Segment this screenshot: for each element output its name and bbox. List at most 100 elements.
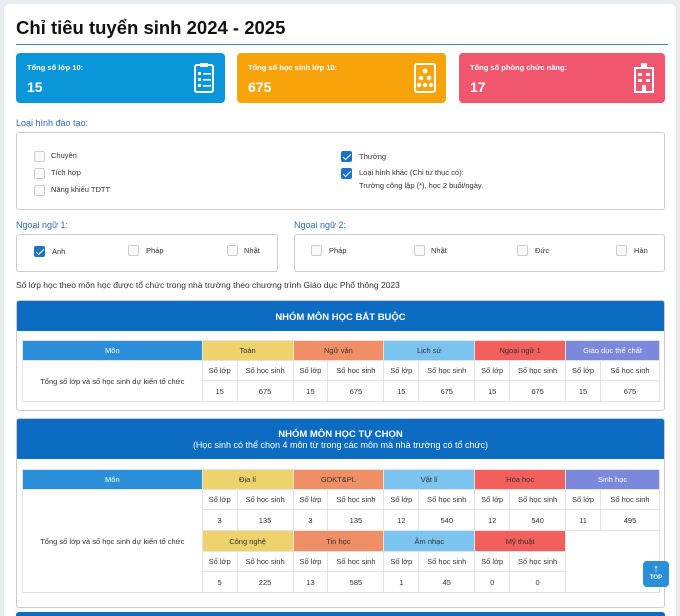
subject-header: Lịch sử [383, 340, 476, 361]
checkbox-tich-hop[interactable] [34, 168, 45, 179]
cell-classes: 15 [292, 380, 329, 402]
subject-header: Ngoại ngữ 1 [474, 340, 567, 361]
intro-text: Số lớp học theo môn học được tổ chức tro… [16, 280, 400, 290]
checkbox-label: Thường [359, 152, 387, 161]
col-students: Số học sinh [418, 551, 476, 572]
card-label: Tổng số phòng chức năng: [470, 63, 568, 72]
col-classes: Số lớp [201, 489, 238, 510]
cell-students: 675 [418, 380, 476, 402]
checklist-icon [194, 63, 214, 93]
checkbox-label: Đức [535, 246, 550, 255]
next-panel-edge [16, 612, 665, 616]
checkbox-label: Tích hợp [51, 168, 81, 177]
subject-header: Mỹ thuật [474, 530, 567, 552]
cell-classes: 15 [474, 380, 511, 402]
checkbox-label: Pháp [329, 246, 347, 255]
cell-students: 540 [418, 509, 476, 531]
subject-header: Tin học [292, 530, 385, 552]
required-table: Môn Toán Ngữ văn Lịch sử Ngoại ngữ 1 Giá… [22, 340, 661, 402]
checkbox-lang2-duc[interactable] [517, 245, 528, 256]
checkbox-label: Năng khiếu TDTT [51, 185, 111, 194]
col-students: Số học sinh [418, 360, 476, 381]
col-students: Số học sinh [509, 551, 567, 572]
checkbox-lang2-phap[interactable] [311, 245, 322, 256]
required-panel: NHÓM MÔN HỌC BẮT BUỘC Môn Toán Ngữ văn L… [16, 300, 665, 411]
cell-classes: 12 [474, 509, 511, 531]
checkbox-lang1-anh[interactable] [34, 246, 45, 257]
checkbox-thuong[interactable] [341, 151, 352, 162]
lang1-box: Anh Pháp Nhật [16, 234, 278, 272]
scroll-top-button[interactable]: ↑ TOP [643, 561, 669, 587]
required-panel-header: NHÓM MÔN HỌC BẮT BUỘC [17, 301, 664, 331]
checkbox-lang2-nhat[interactable] [414, 245, 425, 256]
col-students: Số học sinh [236, 489, 294, 510]
page-title: Chỉ tiêu tuyển sinh 2024 - 2025 [16, 17, 286, 38]
card-total-rooms: Tổng số phòng chức năng: 17 [459, 53, 665, 103]
cell-students: 675 [236, 380, 294, 402]
cell-classes: 0 [474, 571, 511, 593]
building-icon [634, 63, 654, 93]
cell-students: 135 [236, 509, 294, 531]
checkbox-label: Chuyên [51, 151, 77, 160]
col-students: Số học sinh [509, 360, 567, 381]
checkbox-chuyen[interactable] [34, 151, 45, 162]
checkbox-nang-khieu[interactable] [34, 185, 45, 196]
card-value: 17 [470, 79, 486, 95]
subject-header: Toán [201, 340, 294, 361]
cell-classes: 12 [383, 509, 420, 531]
card-label: Tổng số lớp 10: [27, 63, 84, 72]
col-classes: Số lớp [474, 489, 511, 510]
checkbox-lang1-nhat[interactable] [227, 245, 238, 256]
checkbox-label: Nhật [244, 246, 260, 255]
cell-students: 225 [236, 571, 294, 593]
elective-title: NHÓM MÔN HỌC TỰ CHỌN [278, 429, 403, 440]
cell-classes: 15 [565, 380, 601, 402]
row-label: Tổng số lớp và số học sinh dự kiến tổ ch… [22, 489, 203, 593]
cell-students: 495 [600, 509, 660, 531]
cell-students: 585 [327, 571, 385, 593]
checkbox-label: Nhật [431, 246, 447, 255]
checkbox-lang2-han[interactable] [616, 245, 627, 256]
col-students: Số học sinh [600, 489, 660, 510]
arrow-up-icon: ↑ [653, 563, 659, 575]
training-box: Chuyên Tích hợp Năng khiếu TDTT Thường L… [16, 132, 665, 210]
subject-header: Hóa học [474, 469, 567, 490]
checkbox-loai-hinh-khac[interactable] [341, 168, 352, 179]
elective-table: Môn Địa lí GDKT&PL Vật lí Hóa học Sinh h… [22, 469, 660, 593]
col-classes: Số lớp [383, 551, 420, 572]
checkbox-label: Loại hình khác (Chỉ tư thục có): [359, 168, 464, 177]
cell-classes: 15 [201, 380, 238, 402]
col-classes: Số lớp [292, 489, 329, 510]
col-students: Số học sinh [327, 551, 385, 572]
col-students: Số học sinh [327, 360, 385, 381]
checkbox-label: Anh [52, 247, 66, 256]
subject-header: Âm nhạc [383, 530, 476, 552]
scroll-top-label: TOP [649, 575, 663, 581]
col-classes: Số lớp [292, 360, 329, 381]
required-title: NHÓM MÔN HỌC BẮT BUỘC [275, 312, 406, 323]
checkbox-lang1-phap[interactable] [128, 245, 139, 256]
col-classes: Số lớp [201, 360, 238, 381]
checkbox-note: Trường công lập (*), học 2 buổi/ngày. [359, 181, 484, 190]
training-heading: Loại hình đào tạo: [16, 118, 89, 128]
col-students: Số học sinh [327, 489, 385, 510]
cell-students: 135 [327, 509, 385, 531]
elective-subtitle: (Học sinh có thể chọn 4 môn từ trong các… [192, 440, 489, 450]
cell-students: 675 [327, 380, 385, 402]
cell-classes: 5 [201, 571, 238, 593]
col-students: Số học sinh [236, 551, 294, 572]
col-header-mon: Môn [22, 340, 203, 361]
col-classes: Số lớp [474, 360, 511, 381]
lang2-box: Pháp Nhật Đức Hàn [294, 234, 665, 272]
cell-classes: 13 [292, 571, 329, 593]
col-classes: Số lớp [201, 551, 238, 572]
card-value: 675 [248, 79, 272, 95]
cell-classes: 1 [383, 571, 420, 593]
title-divider [16, 44, 668, 45]
cell-students: 540 [509, 509, 567, 531]
checkbox-label: Pháp [146, 246, 164, 255]
col-header-mon: Môn [22, 469, 203, 490]
subject-header: Công nghệ [201, 530, 294, 552]
students-icon [414, 63, 436, 93]
lang1-heading: Ngoại ngữ 1: [16, 220, 69, 230]
